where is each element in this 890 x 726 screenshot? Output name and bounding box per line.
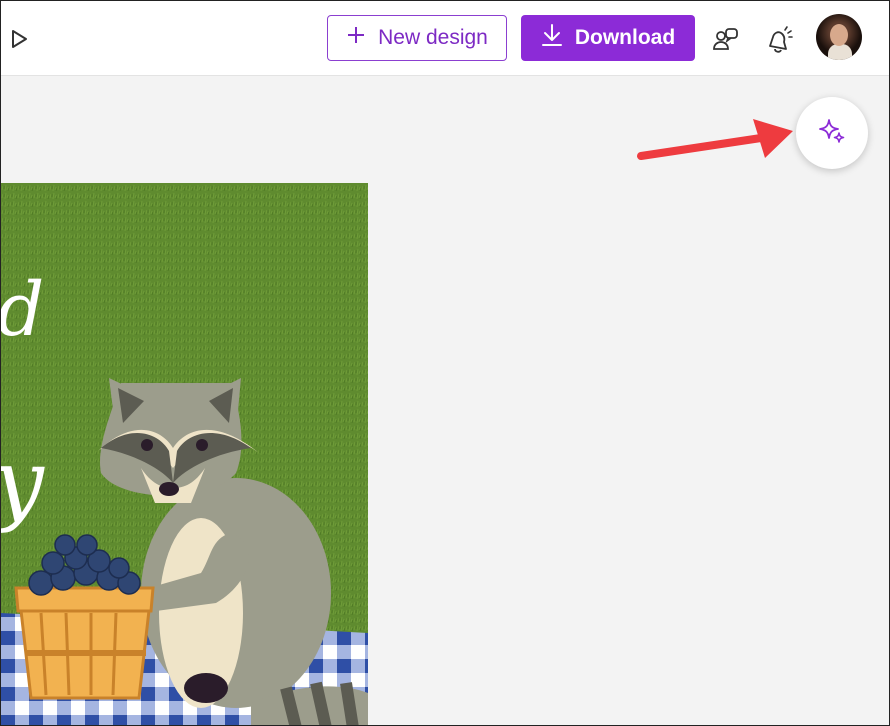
play-icon[interactable]	[7, 27, 31, 51]
canvas-letter-d: d	[1, 267, 44, 353]
top-toolbar: New design Download	[1, 1, 889, 76]
notifications-icon[interactable]	[764, 25, 794, 55]
comments-icon[interactable]	[710, 25, 740, 55]
download-icon	[541, 23, 563, 53]
new-design-button[interactable]: New design	[327, 15, 507, 61]
magic-assistant-button[interactable]	[796, 97, 868, 169]
sparkle-icon	[817, 116, 847, 151]
download-label: Download	[574, 26, 676, 49]
annotation-arrow	[637, 119, 793, 160]
profile-avatar[interactable]	[816, 14, 862, 60]
new-design-label: New design	[378, 26, 488, 49]
app-window: New design Download d	[0, 0, 890, 726]
raccoon-picnic-artwork: d y	[1, 183, 368, 725]
download-button[interactable]: Download	[521, 15, 695, 61]
design-canvas[interactable]: d y	[1, 183, 368, 725]
canvas-letter-y: y	[1, 430, 45, 535]
plus-icon	[346, 25, 366, 51]
